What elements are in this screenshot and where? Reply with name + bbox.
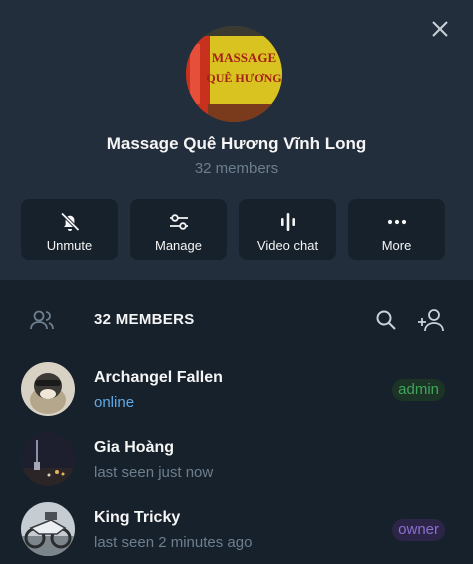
member-row[interactable]: King Tricky last seen 2 minutes ago owne… [0,502,473,564]
avatar [21,432,75,486]
more-label: More [381,238,412,253]
avatar [21,362,75,416]
members-header: 32 MEMBERS [0,280,473,360]
bell-off-icon [60,212,80,232]
unmute-button[interactable]: Unmute [21,199,118,260]
video-chat-button[interactable]: Video chat [239,199,336,260]
members-icon [30,310,54,330]
avatar [21,502,75,556]
member-count: 32 members [194,160,279,177]
member-name: Gia Hoàng [94,439,175,456]
member-status: last seen 2 minutes ago [94,534,253,551]
audio-bars-icon [280,213,295,231]
manage-label: Manage [155,238,202,253]
member-name: King Tricky [94,509,181,526]
search-icon[interactable] [374,308,398,332]
svg-text:MASSAGE: MASSAGE [212,50,276,65]
manage-button[interactable]: Manage [130,199,227,260]
close-icon[interactable] [429,18,451,40]
action-bar: Unmute Manage Video chat More [21,199,445,260]
group-avatar[interactable]: MASSAGE QUÊ HƯƠNG [186,26,282,122]
dots-icon [387,219,406,225]
unmute-label: Unmute [46,238,93,253]
member-row[interactable]: Archangel Fallen online admin [0,362,473,432]
video-chat-label: Video chat [256,238,319,253]
group-title: Massage Quê Hương Vĩnh Long [106,134,367,153]
svg-text:QUÊ HƯƠNG: QUÊ HƯƠNG [206,71,281,85]
add-member-icon[interactable] [416,307,446,333]
owner-badge: owner [392,519,445,541]
admin-badge: admin [392,379,445,401]
member-status: last seen just now [94,464,214,481]
member-row[interactable]: Gia Hoàng last seen just now [0,432,473,502]
group-info-panel: MASSAGE QUÊ HƯƠNG Massage Quê Hương Vĩnh… [0,0,473,280]
members-title: 32 MEMBERS [94,311,195,328]
sliders-icon [169,214,188,230]
more-button[interactable]: More [348,199,445,260]
member-name: Archangel Fallen [94,369,223,386]
member-status: online [94,394,135,411]
